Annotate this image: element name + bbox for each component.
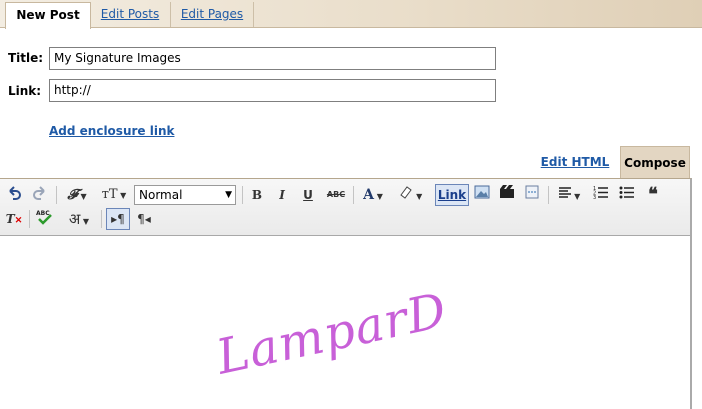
link-button[interactable]: Link — [435, 184, 469, 206]
toolbar-divider — [101, 210, 102, 228]
toolbar-divider — [242, 186, 243, 204]
title-input[interactable]: My Signature Images — [49, 47, 496, 70]
font-family-icon[interactable]: 𝓕 ▼ — [62, 185, 92, 205]
blockquote-icon[interactable]: ❝ — [643, 185, 663, 205]
editor-toolbar: 𝓕 ▼ тT ▼ Normal ▼ B I U ABC A ▼ ▼ Link ▼ … — [0, 179, 690, 236]
signature-image: LamparD — [211, 282, 453, 386]
text-color-icon[interactable]: A ▼ — [358, 185, 388, 205]
svg-text:ABC: ABC — [36, 210, 50, 217]
numbered-list-icon[interactable]: 123 — [591, 185, 611, 205]
insert-image-icon[interactable] — [472, 185, 492, 205]
title-label: Title: — [8, 51, 44, 65]
undo-icon[interactable] — [4, 185, 24, 205]
add-enclosure-link[interactable]: Add enclosure link — [49, 124, 174, 138]
bullet-list-icon[interactable] — [617, 185, 637, 205]
toolbar-divider — [56, 186, 57, 204]
alignment-icon[interactable]: ▼ — [553, 185, 585, 205]
toolbar-divider — [353, 186, 354, 204]
bold-button[interactable]: B — [248, 185, 266, 205]
toolbar-divider — [548, 186, 549, 204]
redo-icon[interactable] — [30, 185, 50, 205]
link-label: Link: — [8, 84, 42, 98]
insert-video-icon[interactable] — [497, 185, 517, 205]
transliteration-icon[interactable]: अ ▼ — [62, 209, 96, 229]
font-size-icon[interactable]: тT ▼ — [98, 185, 130, 205]
tab-edit-html[interactable]: Edit HTML — [537, 146, 613, 179]
spell-check-icon[interactable]: ABC — [34, 209, 56, 229]
underline-button[interactable]: U — [299, 185, 317, 205]
strikethrough-button[interactable]: ABC — [324, 185, 348, 205]
rich-text-editor: 𝓕 ▼ тT ▼ Normal ▼ B I U ABC A ▼ ▼ Link ▼ … — [0, 178, 692, 409]
post-tab-bar: New Post Edit Posts Edit Pages — [0, 0, 702, 29]
highlight-color-icon[interactable]: ▼ — [394, 185, 426, 205]
insert-jump-break-icon[interactable] — [522, 185, 542, 205]
link-input[interactable]: http:// — [49, 79, 496, 102]
italic-button[interactable]: I — [273, 185, 291, 205]
svg-text:3: 3 — [593, 195, 596, 199]
rtl-direction-icon[interactable]: ¶◂ — [133, 209, 155, 229]
tab-edit-posts[interactable]: Edit Posts — [90, 2, 171, 27]
remove-formatting-icon[interactable]: T✕ — [4, 209, 24, 229]
editor-content-area[interactable]: LamparD — [0, 236, 690, 406]
ltr-direction-icon[interactable]: ▸¶ — [106, 208, 130, 230]
tab-new-post[interactable]: New Post — [5, 2, 91, 29]
paragraph-format-select[interactable]: Normal ▼ — [134, 185, 236, 205]
toolbar-divider — [29, 210, 30, 228]
tab-compose[interactable]: Compose — [620, 146, 690, 180]
tab-edit-pages[interactable]: Edit Pages — [171, 2, 254, 27]
